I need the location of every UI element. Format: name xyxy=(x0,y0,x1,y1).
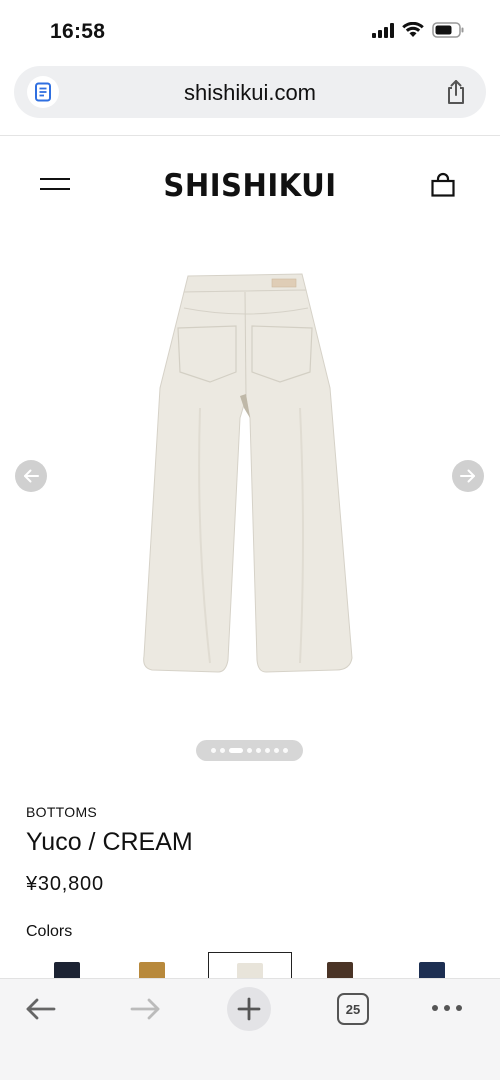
tab-switcher-button[interactable]: 25 xyxy=(337,993,369,1025)
carousel-dot[interactable] xyxy=(229,748,243,753)
arrow-right-icon xyxy=(460,469,475,483)
brand-logo[interactable]: SHISHIKUI xyxy=(15,168,485,204)
product-category: BOTTOMS xyxy=(26,804,98,820)
carousel-dot[interactable] xyxy=(256,748,261,753)
back-arrow-icon xyxy=(26,998,56,1020)
more-options-icon[interactable] xyxy=(432,1005,462,1011)
carousel-dot[interactable] xyxy=(265,748,270,753)
color-swatch[interactable] xyxy=(25,952,109,980)
color-swatch[interactable] xyxy=(298,952,382,980)
back-button[interactable] xyxy=(24,995,58,1028)
shopping-bag-icon[interactable] xyxy=(430,172,456,203)
color-swatch[interactable] xyxy=(390,952,474,980)
carousel-pagination[interactable] xyxy=(196,740,303,761)
battery-icon xyxy=(432,22,464,38)
header-divider xyxy=(0,135,500,136)
arrow-left-icon xyxy=(24,469,39,483)
forward-button[interactable] xyxy=(128,995,162,1028)
previous-image-button[interactable] xyxy=(15,460,47,492)
forward-arrow-icon xyxy=(130,998,160,1020)
new-tab-button[interactable] xyxy=(227,987,271,1031)
share-icon[interactable] xyxy=(444,78,468,111)
carousel-dot[interactable] xyxy=(211,748,216,753)
product-image[interactable] xyxy=(140,268,360,678)
product-price: ¥30,800 xyxy=(26,873,104,895)
color-swatches xyxy=(0,952,500,980)
cellular-signal-icon xyxy=(372,22,394,38)
wifi-icon xyxy=(402,22,424,38)
tab-count: 25 xyxy=(345,1001,361,1017)
next-image-button[interactable] xyxy=(452,460,484,492)
plus-icon xyxy=(237,997,261,1021)
carousel-dot[interactable] xyxy=(283,748,288,753)
address-bar[interactable]: shishikui.com xyxy=(14,66,486,118)
carousel-dot[interactable] xyxy=(220,748,225,753)
carousel-dot[interactable] xyxy=(247,748,252,753)
color-swatch[interactable] xyxy=(208,952,292,980)
status-time: 16:58 xyxy=(50,20,106,43)
carousel-dot[interactable] xyxy=(274,748,279,753)
status-bar: 16:58 xyxy=(0,0,500,62)
status-icons xyxy=(372,22,464,38)
browser-toolbar: 25 xyxy=(0,978,500,1080)
product-name: Yuco / CREAM xyxy=(26,828,193,856)
colors-label: Colors xyxy=(26,923,73,940)
url-text[interactable]: shishikui.com xyxy=(14,80,486,106)
color-swatch[interactable] xyxy=(110,952,194,980)
